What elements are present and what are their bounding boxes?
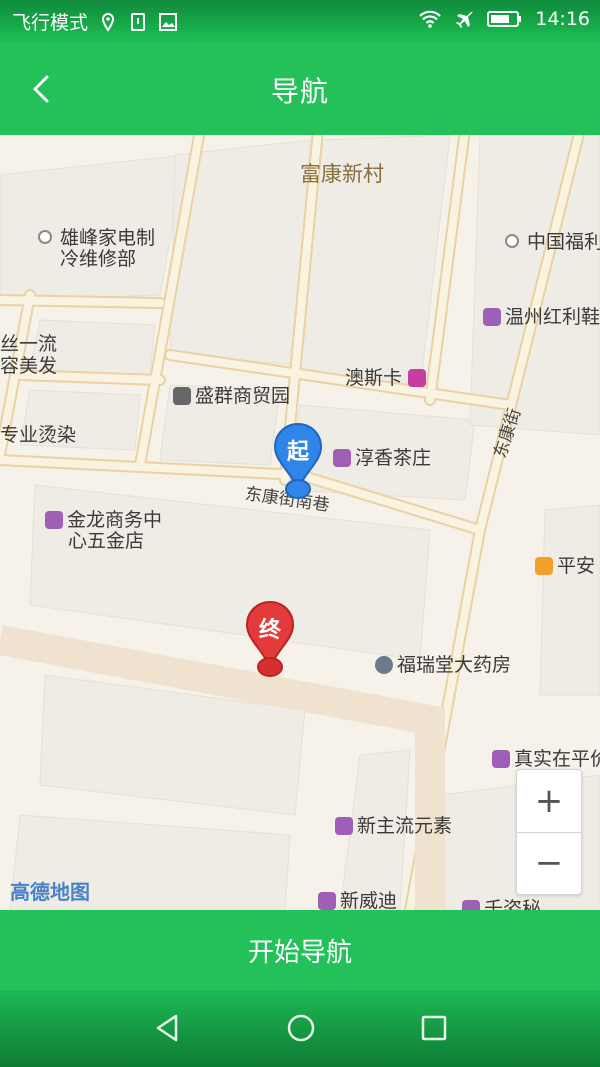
- wifi-icon: [419, 10, 442, 28]
- poi-qianzi[interactable]: 千姿秘: [462, 898, 541, 910]
- poi-xiongfeng-line2: 冷维修部: [60, 248, 137, 270]
- status-bar: 飞行模式 14:16: [0, 0, 600, 42]
- map-logo: 高德地图: [10, 880, 90, 904]
- app-bar: 导航: [0, 42, 600, 135]
- start-marker[interactable]: 起: [272, 422, 324, 500]
- status-right: 14:16: [417, 8, 590, 30]
- poi-xinzhuliu[interactable]: 新主流元素: [335, 815, 452, 837]
- system-nav-bar: [0, 990, 600, 1067]
- shopping-bag-icon: [492, 750, 510, 768]
- status-left: 飞行模式: [12, 8, 178, 35]
- battery-icon: [487, 11, 522, 27]
- poi-siyiliu: 丝一流: [0, 333, 58, 355]
- end-marker-label: 终: [258, 618, 281, 643]
- start-navigation-button[interactable]: 开始导航: [0, 910, 600, 990]
- restaurant-icon: [535, 557, 553, 575]
- poi-china-welfare[interactable]: 中国福利: [505, 231, 600, 253]
- nav-home-button[interactable]: [281, 1008, 321, 1048]
- pharmacy-icon: [375, 656, 393, 674]
- poi-aosika[interactable]: 澳斯卡: [345, 367, 430, 389]
- sim-icon: [131, 12, 146, 31]
- poi-xiongfeng[interactable]: 雄峰家电制: [38, 227, 155, 249]
- cart-icon: [408, 369, 427, 387]
- shopping-bag-icon: [462, 900, 480, 910]
- zoom-out-button[interactable]: −: [517, 832, 581, 894]
- clock: 14:16: [535, 8, 590, 30]
- image-icon: [159, 12, 178, 31]
- poi-pingan[interactable]: 平安: [535, 555, 595, 577]
- recents-square-icon: [421, 1015, 447, 1041]
- map-view[interactable]: 富康新村 雄峰家电制 冷维修部 中国福利 温州红利鞋 丝一流 容美发 澳斯卡 盛…: [0, 135, 600, 910]
- airplane-icon: [456, 11, 474, 28]
- poi-dot-icon: [38, 230, 52, 244]
- poi-chunxiang[interactable]: 淳香茶庄: [333, 447, 431, 469]
- poi-siyiliu-line2: 容美发: [0, 355, 58, 377]
- building-icon: [173, 387, 191, 405]
- location-icon: [102, 12, 115, 32]
- zoom-in-button[interactable]: +: [517, 770, 581, 833]
- shopping-bag-icon: [45, 511, 63, 529]
- shopping-bag-icon: [483, 308, 501, 326]
- nav-recents-button[interactable]: [414, 1008, 454, 1048]
- start-marker-label: 起: [286, 440, 309, 465]
- poi-wenzhou-shoes[interactable]: 温州红利鞋: [483, 306, 600, 328]
- back-triangle-icon: [156, 1014, 178, 1042]
- poi-zhuanye: 专业烫染: [0, 424, 77, 446]
- nav-back-button[interactable]: [148, 1008, 188, 1048]
- shopping-bag-icon: [318, 892, 336, 910]
- poi-jinlong[interactable]: 金龙商务中: [45, 509, 162, 531]
- page-title: 导航: [270, 75, 329, 108]
- poi-zhenshi[interactable]: 真实在平价: [492, 748, 600, 770]
- end-marker[interactable]: 终: [244, 600, 296, 678]
- poi-jinlong-line2: 心五金店: [68, 530, 145, 552]
- home-circle-icon: [287, 1014, 315, 1042]
- poi-furuitang[interactable]: 福瑞堂大药房: [375, 654, 511, 676]
- zoom-controls: + −: [516, 769, 582, 895]
- poi-dot-icon: [505, 234, 519, 248]
- shopping-bag-icon: [333, 449, 351, 467]
- poi-xinweidi[interactable]: 新威迪: [318, 890, 397, 910]
- area-label-fukang: 富康新村: [300, 162, 384, 186]
- shopping-bag-icon: [335, 817, 353, 835]
- poi-shengqun[interactable]: 盛群商贸园: [173, 385, 290, 407]
- airplane-mode-label: 飞行模式: [12, 12, 89, 34]
